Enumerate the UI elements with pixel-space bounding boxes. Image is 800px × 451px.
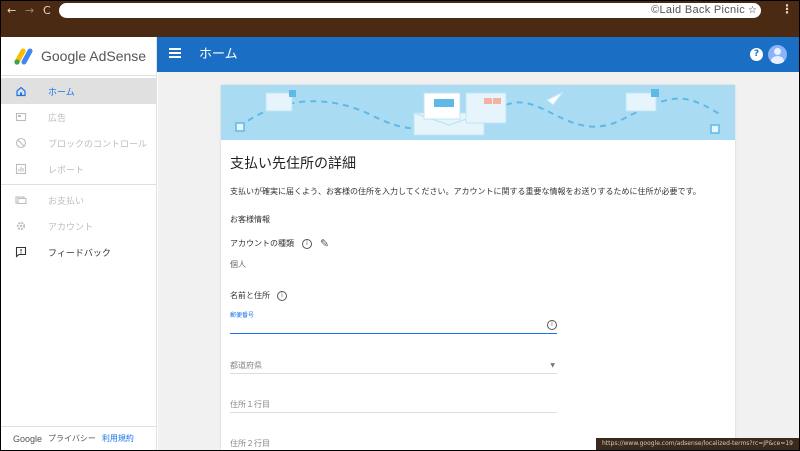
privacy-link[interactable]: プライバシー: [48, 433, 96, 444]
card-description: 支払いが確実に届くよう、お客様の住所を入力してください。アカウントに関する重要な…: [230, 187, 701, 196]
prefecture-placeholder: 都道府県: [230, 361, 262, 370]
browser-menu-icon[interactable]: ⋮: [781, 2, 793, 16]
sidebar-item-label: フィードバック: [48, 248, 111, 259]
account-type-value: 個人: [230, 260, 246, 269]
sidebar-item-reports[interactable]: レポート: [1, 156, 156, 182]
address-line2-field[interactable]: 住所２行目: [230, 438, 557, 450]
name-address-label: 名前と住所: [230, 291, 270, 300]
avatar[interactable]: [768, 45, 787, 64]
prefecture-select[interactable]: 都道府県 ▼: [230, 360, 557, 374]
forward-icon[interactable]: →: [25, 1, 34, 19]
terms-link[interactable]: 利用規約: [102, 433, 134, 444]
status-bar-url: https://www.google.com/adsense/localized…: [596, 438, 799, 450]
logo-text: Google AdSense: [41, 48, 147, 64]
feedback-icon: [14, 245, 28, 259]
customer-info-label: お客様情報: [230, 215, 270, 224]
info-icon[interactable]: i: [277, 290, 287, 301]
sidebar-group-main: ホーム 広告 ブロックのコントロール レポート: [1, 75, 156, 184]
help-icon[interactable]: ?: [750, 48, 763, 61]
sidebar-group-account: お支払い アカウント フィードバック: [1, 184, 156, 267]
screen: ← → C ©Laid Back Picnic ☆ ⋮ Google AdSen…: [1, 1, 799, 450]
google-link[interactable]: Google: [13, 434, 42, 444]
sidebar-item-label: お支払い: [48, 196, 85, 207]
sidebar-item-feedback[interactable]: フィードバック: [1, 239, 156, 265]
adsense-logo-icon: [14, 48, 33, 65]
sidebar-item-block-controls[interactable]: ブロックのコントロール: [1, 130, 156, 156]
account-type-row: アカウントの種類 i ✎: [230, 237, 735, 250]
sidebar-item-label: レポート: [48, 165, 85, 176]
postal-code-label: 郵便番号: [230, 312, 255, 319]
block-icon: [14, 136, 28, 150]
postal-code-field[interactable]: 郵便番号 i: [230, 310, 557, 334]
info-icon[interactable]: i: [302, 238, 312, 249]
address-bar[interactable]: ©Laid Back Picnic ☆: [59, 3, 761, 18]
address-line2-placeholder: 住所２行目: [230, 439, 270, 448]
menu-icon[interactable]: [169, 48, 181, 58]
gear-icon: [14, 219, 28, 233]
name-address-heading: 名前と住所 i: [230, 290, 735, 301]
envelope-banner-illustration: [221, 85, 735, 140]
sidebar-item-label: ホーム: [48, 87, 75, 98]
main-content: 支払い先住所の詳細 支払いが確実に届くよう、お客様の住所を入力してください。アカ…: [158, 72, 799, 450]
payment-icon: [14, 193, 28, 207]
address-line1-placeholder: 住所１行目: [230, 400, 270, 409]
back-icon[interactable]: ←: [7, 1, 16, 19]
ads-icon: [14, 110, 28, 124]
dropdown-arrow-icon: ▼: [550, 362, 555, 369]
sidebar-item-ads[interactable]: 広告: [1, 104, 156, 130]
sidebar-item-home[interactable]: ホーム: [1, 78, 156, 104]
account-type-label: アカウントの種類: [230, 239, 294, 248]
page-title: ホーム: [199, 47, 238, 62]
sidebar-item-label: ブロックのコントロール: [48, 139, 148, 150]
app-bar: ホーム ?: [157, 37, 799, 72]
home-icon: [14, 84, 28, 98]
browser-chrome: ← → C ©Laid Back Picnic ☆ ⋮: [1, 1, 799, 37]
address-line1-field[interactable]: 住所１行目: [230, 399, 557, 413]
sidebar-item-label: アカウント: [48, 222, 94, 233]
reload-icon[interactable]: C: [43, 1, 51, 19]
sidebar-item-payments[interactable]: お支払い: [1, 187, 156, 213]
sidebar: Google AdSense ホーム 広告 ブロックのコントロール レポート お…: [1, 37, 157, 450]
adsense-logo[interactable]: Google AdSense: [1, 37, 156, 75]
watermark: ©Laid Back Picnic: [651, 4, 745, 16]
bookmark-star-icon[interactable]: ☆: [748, 3, 757, 18]
report-icon: [14, 162, 28, 176]
edit-pencil-icon[interactable]: ✎: [320, 237, 329, 250]
sidebar-item-label: 広告: [48, 113, 67, 124]
sidebar-footer: Google プライバシー 利用規約: [1, 426, 156, 450]
sidebar-item-account[interactable]: アカウント: [1, 213, 156, 239]
card-title: 支払い先住所の詳細: [230, 156, 356, 172]
payment-address-card: 支払い先住所の詳細 支払いが確実に届くよう、お客様の住所を入力してください。アカ…: [221, 85, 735, 450]
postal-info-icon[interactable]: i: [547, 320, 557, 330]
